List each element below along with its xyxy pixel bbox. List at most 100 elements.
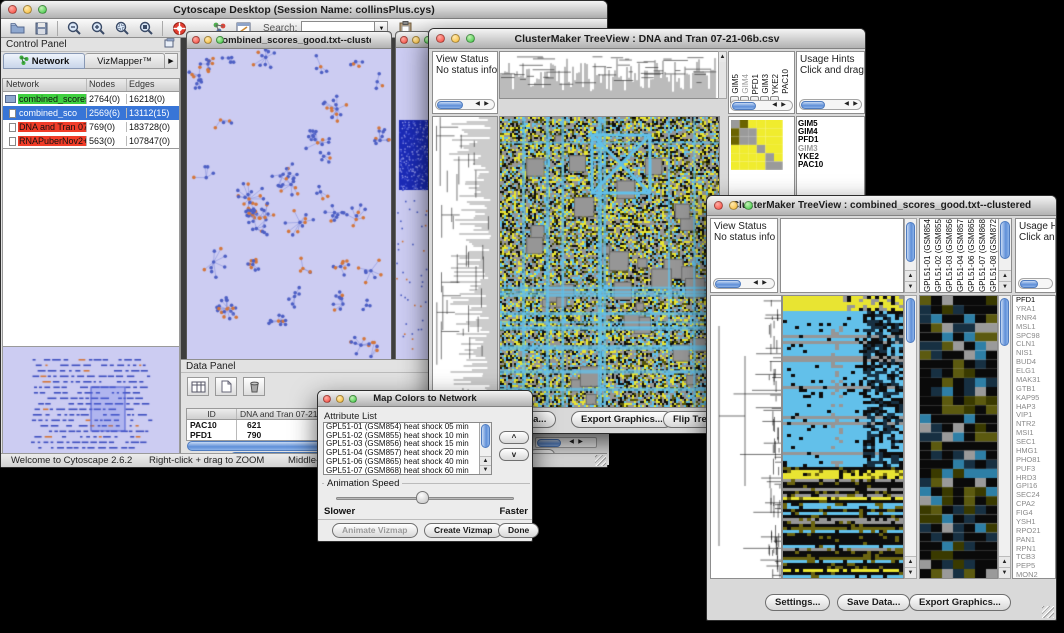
float-panel-icon[interactable] xyxy=(164,38,175,51)
gene-label[interactable]: SPC98 xyxy=(1013,332,1055,341)
scroll-thumb[interactable] xyxy=(715,280,741,288)
close-icon[interactable] xyxy=(714,201,723,210)
gene-label[interactable]: PAC10 xyxy=(798,161,823,169)
scroll-right-icon[interactable]: ▶ xyxy=(576,438,585,447)
scroll-up-icon[interactable]: ▲ xyxy=(999,556,1010,567)
done-button[interactable]: Done xyxy=(498,523,539,538)
scroll-thumb[interactable] xyxy=(1020,280,1038,288)
save-data-button[interactable]: Save Data... xyxy=(837,594,910,611)
tv1-main-heatmap[interactable] xyxy=(500,117,719,407)
gene-label[interactable]: GTB1 xyxy=(1013,385,1055,394)
network-row[interactable]: RNAPuberNov2+563(0)107847(0) xyxy=(3,134,179,148)
tab-vizmapper[interactable]: VizMapper™ xyxy=(85,53,165,69)
scroll-up-icon[interactable]: ▲ xyxy=(480,456,491,465)
resize-grip[interactable] xyxy=(595,455,606,466)
minimize-icon[interactable] xyxy=(204,36,212,44)
zoom-window-icon[interactable] xyxy=(216,36,224,44)
treeview2-titlebar[interactable]: ClusterMaker TreeView : combined_scores_… xyxy=(707,196,1056,216)
network-row[interactable]: DNA and Tran 07769(0)183728(0) xyxy=(3,120,179,134)
gene-label[interactable]: BUD4 xyxy=(1013,358,1055,367)
tv2-zoom-heatmap[interactable] xyxy=(920,296,997,578)
attribute-item[interactable]: GPL51-03 (GSM856) heat shock 15 min xyxy=(324,440,479,449)
network-view-canvas[interactable] xyxy=(187,49,391,366)
tv2-main-heatmap[interactable] xyxy=(783,296,903,578)
data-row-id[interactable]: PFD1 xyxy=(187,430,237,440)
gene-label[interactable]: MON2 xyxy=(1013,571,1055,579)
export-graphics-button[interactable]: Export Graphics... xyxy=(909,594,1011,611)
treeview1-titlebar[interactable]: ClusterMaker TreeView : DNA and Tran 07-… xyxy=(429,29,865,49)
close-icon[interactable] xyxy=(323,395,331,403)
data-panel-hscroll-fragment[interactable]: ◀ ▶ xyxy=(535,437,597,448)
scroll-thumb[interactable] xyxy=(1000,221,1010,259)
attribute-item[interactable]: GPL51-01 (GSM854) heat shock 05 min xyxy=(324,423,479,432)
gene-label[interactable]: MSI1 xyxy=(1013,429,1055,438)
scroll-left-icon[interactable]: ◀ xyxy=(473,100,482,109)
zoom-fit-icon[interactable] xyxy=(137,21,155,36)
background-network-view[interactable] xyxy=(396,48,430,365)
scroll-up-icon[interactable]: ▲ xyxy=(719,52,726,62)
gene-label[interactable]: MAK31 xyxy=(1013,376,1055,385)
minimize-icon[interactable] xyxy=(412,36,420,44)
tv1-zoom-heatmap[interactable] xyxy=(731,120,783,170)
gene-label[interactable]: SEC1 xyxy=(1013,438,1055,447)
window-controls[interactable] xyxy=(8,5,47,14)
attribute-item[interactable]: GPL51-02 (GSM855) heat shock 10 min xyxy=(324,432,479,441)
scroll-down-icon[interactable]: ▼ xyxy=(905,567,916,578)
scroll-thumb[interactable] xyxy=(1000,298,1009,346)
network-row[interactable]: combined_scores2764(0)16218(0) xyxy=(3,92,179,106)
save-icon[interactable] xyxy=(32,21,50,36)
scroll-thumb[interactable] xyxy=(437,101,463,109)
scroll-left-icon[interactable]: ◀ xyxy=(770,101,779,110)
tv1-global-vscrollbar[interactable]: ▲ xyxy=(718,51,727,99)
animate-vizmap-button[interactable]: Animate Vizmap xyxy=(332,523,418,538)
tv2-main-vscrollbar-top[interactable]: ▲ ▼ xyxy=(904,218,917,293)
scroll-down-icon[interactable]: ▼ xyxy=(480,465,491,474)
tv1-row-dendrogram[interactable] xyxy=(433,117,497,407)
tv2-status-hscrollbar[interactable]: ◀ ▶ xyxy=(713,278,775,289)
zoom-in-icon[interactable] xyxy=(89,21,107,36)
scroll-up-icon[interactable]: ▲ xyxy=(999,270,1011,281)
gene-label[interactable]: CLN1 xyxy=(1013,340,1055,349)
gene-label[interactable]: PFD1 xyxy=(1013,296,1055,305)
gene-label[interactable]: PEP5 xyxy=(1013,562,1055,571)
export-graphics-button[interactable]: Export Graphics... xyxy=(571,411,673,428)
zoom-window-icon[interactable] xyxy=(744,201,753,210)
attribute-item[interactable]: GPL51-07 (GSM868) heat shock 60 min xyxy=(324,467,479,474)
col-header-edges[interactable]: Edges xyxy=(127,79,179,91)
scroll-right-icon[interactable]: ▶ xyxy=(779,101,788,110)
col-header-nodes[interactable]: Nodes xyxy=(87,79,127,91)
scroll-thumb[interactable] xyxy=(906,222,915,262)
scroll-thumb[interactable] xyxy=(732,102,756,110)
gene-label[interactable]: CPA2 xyxy=(1013,500,1055,509)
birdseye-view[interactable] xyxy=(3,347,179,464)
gene-label[interactable]: VIP1 xyxy=(1013,411,1055,420)
gene-label[interactable]: NIS1 xyxy=(1013,349,1055,358)
zoom-window-icon[interactable] xyxy=(349,395,357,403)
scroll-up-icon[interactable]: ▲ xyxy=(905,270,916,281)
gene-label[interactable]: RPN1 xyxy=(1013,545,1055,554)
scroll-thumb[interactable] xyxy=(801,101,825,109)
close-icon[interactable] xyxy=(8,5,17,14)
tv2-labels-vscrollbar[interactable]: ▲ ▼ xyxy=(998,219,1011,292)
tv1-labels-hscrollbar[interactable]: ◀ ▶ xyxy=(730,100,793,111)
gene-label[interactable]: PHO81 xyxy=(1013,456,1055,465)
scroll-thumb[interactable] xyxy=(906,298,915,343)
select-attributes-icon[interactable] xyxy=(187,377,209,396)
create-vizmap-button[interactable]: Create Vizmap xyxy=(424,523,502,538)
close-icon[interactable] xyxy=(192,36,200,44)
scroll-thumb[interactable] xyxy=(481,424,490,448)
minimize-icon[interactable] xyxy=(729,201,738,210)
gene-label[interactable]: HRD3 xyxy=(1013,474,1055,483)
zoom-out-icon[interactable] xyxy=(65,21,83,36)
tab-network[interactable]: Network xyxy=(3,53,85,69)
gene-label[interactable]: TCB3 xyxy=(1013,553,1055,562)
gene-label[interactable]: ELG1 xyxy=(1013,367,1055,376)
gene-label[interactable]: KAP95 xyxy=(1013,394,1055,403)
gene-label[interactable]: YRA1 xyxy=(1013,305,1055,314)
scroll-right-icon[interactable]: ▶ xyxy=(760,279,769,288)
zoom-selected-icon[interactable] xyxy=(113,21,131,36)
data-col-id[interactable]: ID xyxy=(187,409,237,419)
move-down-button[interactable]: v xyxy=(499,448,529,461)
settings-button[interactable]: Settings... xyxy=(765,594,830,611)
tv1-hints-hscrollbar[interactable]: ◀ ▶ xyxy=(799,99,862,110)
